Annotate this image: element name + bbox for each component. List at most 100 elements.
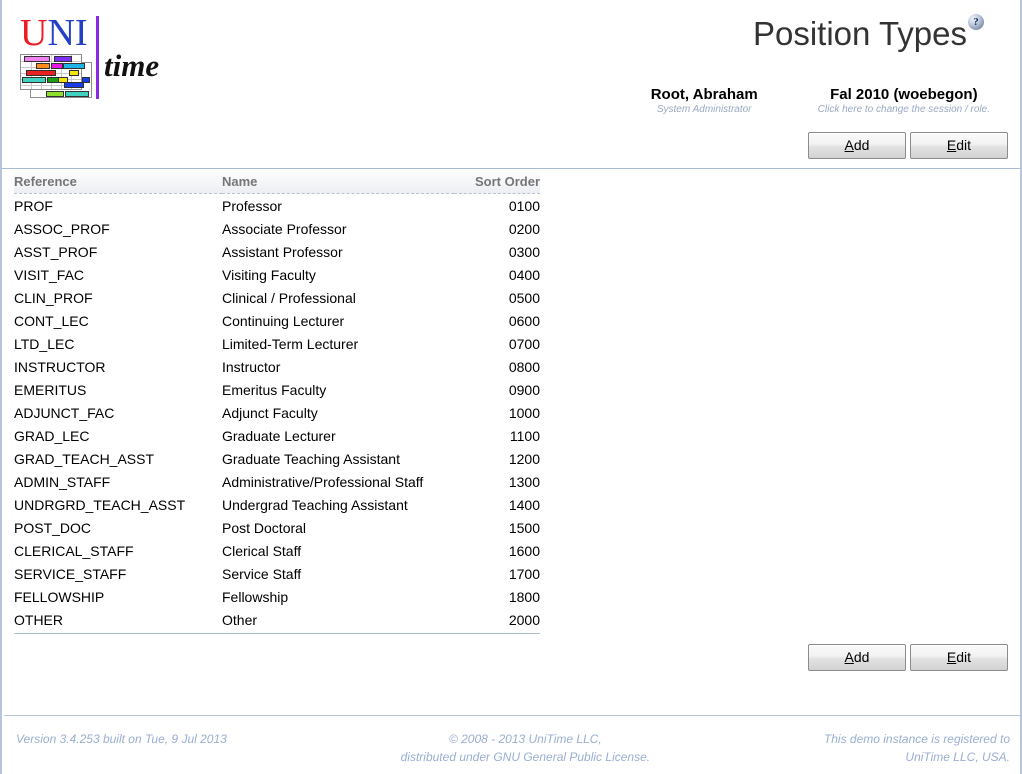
cell-sort-order: 0100	[508, 198, 540, 214]
edit-button-bottom-accel: E	[946, 649, 957, 665]
help-icon[interactable]: ?	[968, 14, 984, 30]
footer-registration-line1: This demo instance is registered to	[823, 732, 1010, 746]
cell-reference: VISIT_FAC	[14, 267, 85, 283]
cell-name: Undergrad Teaching Assistant	[222, 497, 408, 513]
add-button-bottom-rest: dd	[853, 649, 870, 665]
cell-name: Limited-Term Lecturer	[222, 336, 359, 352]
table-row[interactable]: ADMIN_STAFF Administrative/Professional S…	[14, 470, 540, 493]
table-header: Reference Name Sort Order	[14, 169, 540, 194]
cell-name: Adjunct Faculty	[222, 405, 318, 421]
footer-separator-rule	[4, 715, 1022, 716]
column-header-sort-order[interactable]: Sort Order	[454, 169, 540, 194]
column-header-name[interactable]: Name	[222, 169, 454, 194]
edit-button-top-accel: E	[946, 137, 957, 153]
user-name: Root, Abraham	[650, 86, 758, 103]
table-row[interactable]: VISIT_FAC Visiting Faculty 0400	[14, 263, 540, 286]
page-frame: UNI time Position Types ? Root, Abraham …	[0, 0, 1022, 774]
cell-reference: GRAD_TEACH_ASST	[14, 451, 155, 467]
page-header: UNI time Position Types ? Root, Abraham …	[2, 0, 1020, 130]
cell-name: Graduate Lecturer	[222, 428, 336, 444]
cell-reference: ASSOC_PROF	[14, 221, 110, 237]
session-block[interactable]: Fal 2010 (woebegon) Click here to change…	[818, 86, 990, 116]
table-row[interactable]: OTHER Other 2000	[14, 608, 540, 633]
cell-reference: GRAD_LEC	[14, 428, 90, 444]
cell-reference: PROF	[14, 198, 53, 214]
cell-reference: OTHER	[14, 612, 63, 628]
table-row[interactable]: FELLOWSHIP Fellowship 1800	[14, 585, 540, 608]
user-role: System Administrator	[656, 104, 752, 116]
table-row[interactable]: GRAD_TEACH_ASST Graduate Teaching Assista…	[14, 447, 540, 470]
cell-name: Clinical / Professional	[222, 290, 356, 306]
cell-name: Other	[222, 612, 258, 628]
add-button-top[interactable]: Add	[808, 132, 906, 159]
position-types-table-region: Reference Name Sort Order PROF Professor 0…	[2, 169, 1020, 633]
table-row[interactable]: EMERITUS Emeritus Faculty 0900	[14, 378, 540, 401]
cell-sort-order: 1200	[508, 451, 540, 467]
add-button-bottom[interactable]: Add	[808, 644, 906, 671]
edit-button-bottom[interactable]: Edit	[910, 644, 1008, 671]
add-button-top-rest: dd	[853, 137, 870, 153]
cell-sort-order: 1000	[508, 405, 540, 421]
table-row[interactable]: CONT_LEC Continuing Lecturer 0600	[14, 309, 540, 332]
user-block[interactable]: Root, Abraham System Administrator	[651, 86, 758, 116]
logo-timetable-grid	[20, 52, 94, 100]
cell-sort-order: 1100	[509, 428, 540, 444]
table-header-row: Reference Name Sort Order	[14, 169, 540, 194]
footer-registration-block: This demo instance is registered to UniT…	[824, 730, 1010, 766]
cell-name: Assistant Professor	[222, 244, 343, 260]
session-term: Fal 2010 (woebegon)	[830, 86, 978, 103]
edit-button-top[interactable]: Edit	[910, 132, 1008, 159]
cell-reference: ADJUNCT_FAC	[14, 405, 115, 421]
position-types-table: Reference Name Sort Order PROF Professor 0…	[14, 169, 540, 633]
cell-sort-order: 0800	[508, 359, 540, 375]
cell-reference: FELLOWSHIP	[14, 589, 105, 605]
table-row[interactable]: GRAD_LEC Graduate Lecturer 1100	[14, 424, 540, 447]
cell-name: Graduate Teaching Assistant	[222, 451, 400, 467]
table-row[interactable]: ADJUNCT_FAC Adjunct Faculty 1000	[14, 401, 540, 424]
top-button-bar: Add Edit	[2, 130, 1020, 168]
cell-reference: POST_DOC	[14, 520, 92, 536]
cell-reference: CONT_LEC	[14, 313, 89, 329]
footer-version-block: Version 3.4.253 built on Tue, 9 Jul 2013	[16, 730, 227, 748]
cell-name: Clerical Staff	[222, 543, 302, 559]
cell-sort-order: 1400	[508, 497, 540, 513]
cell-name: Associate Professor	[222, 221, 347, 237]
cell-name: Visiting Faculty	[222, 267, 316, 283]
unitime-logo: UNI time	[18, 14, 178, 100]
table-row[interactable]: ASST_PROF Assistant Professor 0300	[14, 240, 540, 263]
cell-name: Service Staff	[222, 566, 302, 582]
cell-reference: CLIN_PROF	[14, 290, 93, 306]
table-row[interactable]: CLERICAL_STAFF Clerical Staff 1600	[14, 539, 540, 562]
cell-sort-order: 0400	[508, 267, 540, 283]
cell-reference: EMERITUS	[14, 382, 87, 398]
footer-registration-line2: UniTime LLC, USA.	[905, 750, 1010, 764]
table-row[interactable]: ASSOC_PROF Associate Professor 0200	[14, 217, 540, 240]
logo-uni-text: UNI	[20, 14, 88, 52]
cell-name: Emeritus Faculty	[222, 382, 327, 398]
cell-sort-order: 0300	[508, 244, 540, 260]
cell-reference: UNDRGRD_TEACH_ASST	[14, 497, 186, 513]
logo-time-text: time	[104, 48, 160, 83]
logo-letter-u: U	[20, 12, 48, 54]
session-change-hint[interactable]: Click here to change the session / role.	[818, 104, 990, 116]
table-row[interactable]: UNDRGRD_TEACH_ASST Undergrad Teaching Ass…	[14, 493, 540, 516]
cell-sort-order: 1600	[508, 543, 540, 559]
edit-button-bottom-rest: dit	[956, 649, 972, 665]
cell-sort-order: 0700	[508, 336, 540, 352]
cell-name: Administrative/Professional Staff	[222, 474, 424, 490]
table-row[interactable]: POST_DOC Post Doctoral 1500	[14, 516, 540, 539]
column-header-reference[interactable]: Reference	[14, 169, 222, 194]
footer-copyright-line1: © 2008 - 2013 UniTime LLC,	[448, 732, 602, 746]
table-row[interactable]: CLIN_PROF Clinical / Professional 0500	[14, 286, 540, 309]
cell-name: Continuing Lecturer	[222, 313, 345, 329]
cell-reference: CLERICAL_STAFF	[14, 543, 134, 559]
cell-sort-order: 0200	[508, 221, 540, 237]
table-row[interactable]: SERVICE_STAFF Service Staff 1700	[14, 562, 540, 585]
table-row[interactable]: PROF Professor 0100	[14, 194, 540, 218]
table-row[interactable]: LTD_LEC Limited-Term Lecturer 0700	[14, 332, 540, 355]
footer-copyright-line2: distributed under GNU General Public Lic…	[400, 750, 651, 764]
page-footer: Version 3.4.253 built on Tue, 9 Jul 2013…	[2, 724, 1022, 774]
footer-copyright-block: © 2008 - 2013 UniTime LLC, distributed u…	[227, 730, 824, 766]
table-row[interactable]: INSTRUCTOR Instructor 0800	[14, 355, 540, 378]
cell-sort-order: 1800	[508, 589, 540, 605]
